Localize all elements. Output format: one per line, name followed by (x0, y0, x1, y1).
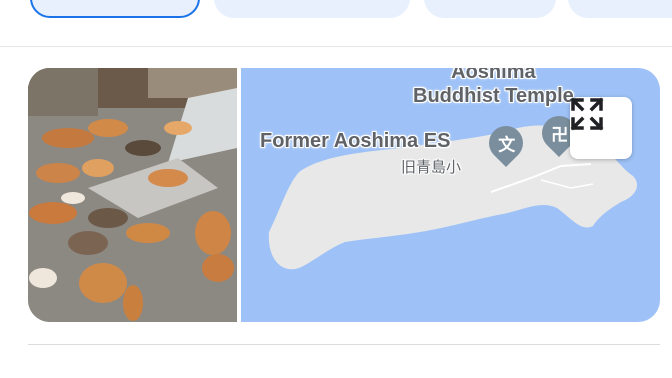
temple-place-label[interactable]: Aoshima Buddhist Temple (413, 68, 574, 108)
divider (28, 344, 660, 345)
filter-chip[interactable] (214, 0, 410, 18)
school-glyph: 文 (497, 135, 515, 155)
filter-chip[interactable] (424, 0, 556, 18)
map-preview[interactable]: Aoshima Buddhist Temple Former Aoshima E… (241, 68, 660, 322)
temple-label-line2: Buddhist Temple (413, 85, 574, 107)
divider (0, 46, 672, 47)
fullscreen-icon (570, 97, 604, 131)
filter-chip-selected[interactable] (30, 0, 200, 18)
media-card: Aoshima Buddhist Temple Former Aoshima E… (28, 68, 660, 322)
school-place-label-jp: 旧青島小 (401, 159, 462, 176)
school-place-label[interactable]: Former Aoshima ES (260, 130, 450, 153)
fullscreen-button[interactable] (570, 97, 632, 159)
temple-label-line1: Aoshima (451, 68, 536, 83)
filter-chip-row (0, 0, 672, 24)
cats-photo[interactable] (28, 68, 237, 322)
filter-chip[interactable] (568, 0, 672, 18)
temple-glyph: 卍 (550, 125, 568, 145)
